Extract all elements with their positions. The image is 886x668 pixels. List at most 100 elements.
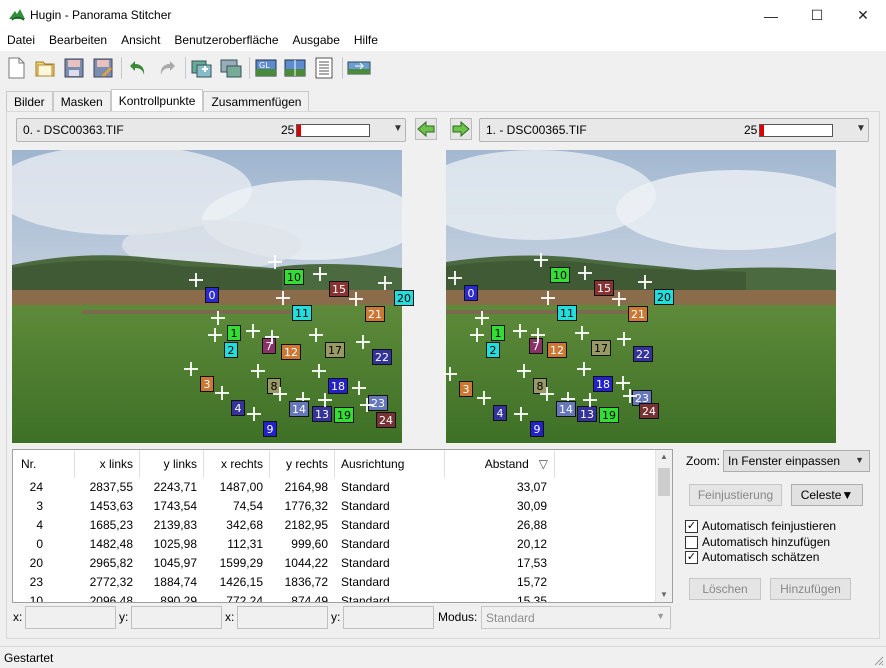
right-controlpoint-label[interactable]: 20 xyxy=(654,289,674,305)
crosshair-icon[interactable] xyxy=(540,387,554,401)
crosshair-icon[interactable] xyxy=(349,292,363,306)
gl-preview-icon[interactable]: GL xyxy=(254,56,278,80)
tab-masken[interactable]: Masken xyxy=(52,91,111,111)
right-controlpoint-label[interactable]: 11 xyxy=(557,305,577,321)
left-controlpoint-label[interactable]: 15 xyxy=(329,281,349,297)
right-image-selector[interactable]: 1. - DSC00365.TIF 25 ▼ xyxy=(479,118,869,142)
left-controlpoint-label[interactable]: 19 xyxy=(334,407,354,423)
save-icon[interactable] xyxy=(62,56,86,80)
table-vertical-scrollbar[interactable]: ▲ ▼ xyxy=(655,450,672,602)
table-row[interactable]: 10 2096,48 890,29 772,24 874,49 Standard 15,35 xyxy=(13,592,655,602)
crosshair-icon[interactable] xyxy=(531,328,545,342)
left-controlpoint-label[interactable]: 1 xyxy=(227,325,241,341)
crosshair-icon[interactable] xyxy=(578,266,592,280)
x-right-field[interactable] xyxy=(237,606,328,629)
scroll-down-icon[interactable]: ▼ xyxy=(660,590,668,599)
crosshair-icon[interactable] xyxy=(184,362,198,376)
scrollbar-thumb[interactable] xyxy=(658,468,670,496)
table-row[interactable]: 4 1685,23 2139,83 342,68 2182,95 Standard 26,8… xyxy=(13,516,655,535)
y-right-field[interactable] xyxy=(343,606,434,629)
crosshair-icon[interactable] xyxy=(251,364,265,378)
menu-benutzeroberflaeche[interactable]: Benutzeroberfläche xyxy=(167,31,285,51)
left-controlpoint-label[interactable]: 4 xyxy=(231,400,245,416)
left-controlpoint-label[interactable]: 24 xyxy=(376,412,396,428)
left-controlpoint-label[interactable]: 3 xyxy=(200,376,214,392)
left-controlpoint-label[interactable]: 0 xyxy=(205,287,219,303)
right-controlpoint-label[interactable]: 9 xyxy=(530,421,544,437)
right-controlpoint-label[interactable]: 12 xyxy=(547,342,567,358)
crosshair-icon[interactable] xyxy=(583,393,597,407)
crosshair-icon[interactable] xyxy=(470,328,484,342)
resize-grip-icon[interactable] xyxy=(872,654,884,666)
right-controlpoint-label[interactable]: 4 xyxy=(493,405,507,421)
crosshair-icon[interactable] xyxy=(513,324,527,338)
crosshair-icon[interactable] xyxy=(623,389,637,403)
right-controlpoint-label[interactable]: 15 xyxy=(594,280,614,296)
crosshair-icon[interactable] xyxy=(612,292,626,306)
next-image-button[interactable] xyxy=(450,118,472,140)
add-images-icon[interactable] xyxy=(190,56,214,80)
right-image-canvas[interactable]: 0 1 2 3 4 7 8 9 10 11 12 13 14 15 17 18 19 20 21 22 23 24 xyxy=(443,150,874,443)
crosshair-icon[interactable] xyxy=(211,311,225,325)
left-image-selector[interactable]: 0. - DSC00363.TIF 25 ▼ xyxy=(16,118,406,142)
column-header-y-links[interactable]: y links xyxy=(140,450,204,478)
add-button[interactable]: Hinzufügen xyxy=(770,578,851,600)
menu-ansicht[interactable]: Ansicht xyxy=(114,31,167,51)
column-header-x-links[interactable]: x links xyxy=(75,450,140,478)
crosshair-icon[interactable] xyxy=(575,326,589,340)
tab-kontrollpunkte[interactable]: Kontrollpunkte xyxy=(110,89,204,112)
menu-datei[interactable]: Datei xyxy=(0,31,42,51)
modus-select[interactable]: Standard ▼ xyxy=(481,606,671,629)
crosshair-icon[interactable] xyxy=(268,255,282,269)
right-controlpoint-label[interactable]: 14 xyxy=(556,401,576,417)
left-controlpoint-label[interactable]: 20 xyxy=(394,290,414,306)
fast-preview-icon[interactable] xyxy=(283,56,307,80)
crosshair-icon[interactable] xyxy=(541,291,555,305)
new-file-icon[interactable] xyxy=(4,56,28,80)
detector-dropdown-button[interactable]: Celeste▼ xyxy=(791,484,863,506)
crosshair-icon[interactable] xyxy=(448,271,462,285)
maximize-button[interactable]: ☐ xyxy=(794,0,840,31)
crosshair-icon[interactable] xyxy=(517,364,531,378)
minimize-button[interactable]: — xyxy=(748,0,794,31)
left-controlpoint-label[interactable]: 17 xyxy=(325,342,345,358)
crosshair-icon[interactable] xyxy=(378,276,392,290)
x-left-field[interactable] xyxy=(25,606,116,629)
right-controlpoint-label[interactable]: 17 xyxy=(591,340,611,356)
menu-hilfe[interactable]: Hilfe xyxy=(347,31,385,51)
table-row[interactable]: 23 2772,32 1884,74 1426,15 1836,72 Standard 15… xyxy=(13,573,655,592)
right-controlpoint-label[interactable]: 3 xyxy=(459,381,473,397)
auto-add-checkbox[interactable]: Automatisch hinzufügen xyxy=(685,535,830,549)
previous-image-button[interactable] xyxy=(415,118,437,140)
crosshair-icon[interactable] xyxy=(276,291,290,305)
left-controlpoint-label[interactable]: 18 xyxy=(328,378,348,394)
column-header-abstand[interactable]: Abstand ▽ xyxy=(445,450,555,478)
stitch-icon[interactable] xyxy=(347,56,371,80)
tab-zusammenfuegen[interactable]: Zusammenfügen xyxy=(203,91,310,111)
crosshair-icon[interactable] xyxy=(352,381,366,395)
left-controlpoint-label[interactable]: 12 xyxy=(281,344,301,360)
tab-bilder[interactable]: Bilder xyxy=(6,91,53,111)
right-controlpoint-label[interactable]: 19 xyxy=(599,407,619,423)
crosshair-icon[interactable] xyxy=(638,275,652,289)
table-row[interactable]: 20 2965,82 1045,97 1599,29 1044,22 Standard 17… xyxy=(13,554,655,573)
left-controlpoint-label[interactable]: 2 xyxy=(224,342,238,358)
crosshair-icon[interactable] xyxy=(273,387,287,401)
crosshair-icon[interactable] xyxy=(477,391,491,405)
right-controlpoint-label[interactable]: 18 xyxy=(593,376,613,392)
crosshair-icon[interactable] xyxy=(309,328,323,342)
controlpoints-table[interactable]: Nr. x links y links x rechts y rechts Au… xyxy=(12,449,673,603)
menu-ausgabe[interactable]: Ausgabe xyxy=(286,31,347,51)
crosshair-icon[interactable] xyxy=(514,407,528,421)
left-image-canvas[interactable]: 0 1 2 3 4 7 8 9 10 11 12 13 14 15 17 18 19 20 21 22 23 24 xyxy=(12,150,440,443)
crosshair-icon[interactable] xyxy=(318,393,332,407)
delete-button[interactable]: Löschen xyxy=(689,578,761,600)
right-controlpoint-label[interactable]: 1 xyxy=(491,325,505,341)
table-row[interactable]: 0 1482,48 1025,98 112,31 999,60 Standard 20,12 xyxy=(13,535,655,554)
scroll-up-icon[interactable]: ▲ xyxy=(660,452,668,461)
crosshair-icon[interactable] xyxy=(189,273,203,287)
column-header-nr[interactable]: Nr. xyxy=(13,450,75,478)
column-header-x-rechts[interactable]: x rechts xyxy=(204,450,270,478)
crosshair-icon[interactable] xyxy=(208,328,222,342)
crosshair-icon[interactable] xyxy=(265,330,279,344)
